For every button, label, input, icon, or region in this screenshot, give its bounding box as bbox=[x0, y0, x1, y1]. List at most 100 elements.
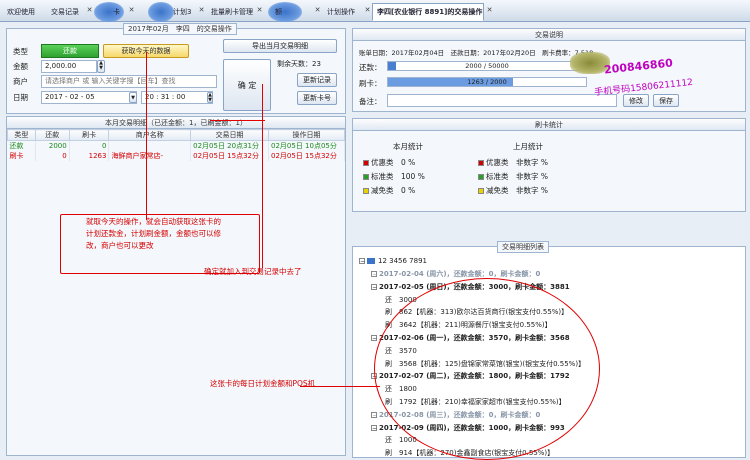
chevron-down-icon[interactable]: ▼ bbox=[129, 92, 137, 103]
cell-op-date: 02月05日 15点32分 bbox=[268, 151, 345, 161]
tab-batch-manage[interactable]: 批量刷卡管理 bbox=[206, 3, 254, 21]
cell-merchant: 海鲜商户家常店- bbox=[108, 151, 192, 161]
save-button[interactable]: 保存 bbox=[653, 94, 679, 107]
repay-progress-text: 2000 / 50000 bbox=[465, 62, 509, 70]
close-icon[interactable]: ✕ bbox=[198, 7, 205, 14]
cell-swipe: 1263 bbox=[69, 151, 110, 161]
tab-active-trade-operation[interactable]: 李四[农业银行 8891]的交易操作 bbox=[372, 3, 484, 21]
cell-repay: 2000 bbox=[35, 140, 70, 151]
cell-swipe: 0 bbox=[69, 140, 110, 151]
tab-plan3[interactable]: 计划3 bbox=[168, 3, 198, 21]
stat-item: 优惠类 非数字 % bbox=[478, 157, 548, 168]
type-toggle[interactable]: 还款 bbox=[41, 44, 99, 58]
info-title: 交易说明 bbox=[353, 29, 745, 41]
plan-title: 交易明细列表 bbox=[497, 241, 549, 253]
remaining-days: 剩余天数：23 bbox=[277, 60, 321, 68]
col-swipe[interactable]: 刷卡 bbox=[68, 129, 110, 141]
time-picker[interactable]: 20 : 31 : 00 bbox=[141, 91, 213, 104]
stat-item: 优惠类 0 % bbox=[363, 157, 415, 168]
tree-node-label: 2017-02-04 (周六)，还款金额：0，刷卡金额：0 bbox=[379, 270, 541, 278]
yellow-square-icon bbox=[478, 188, 484, 194]
tab-welcome[interactable]: 欢迎使用 bbox=[2, 3, 42, 21]
collapse-icon[interactable]: − bbox=[371, 283, 377, 290]
red-square-icon bbox=[478, 160, 484, 166]
stat-item: 减免类 0 % bbox=[363, 185, 415, 196]
col-op-date[interactable]: 操作日期 bbox=[268, 129, 345, 141]
stat-item: 标准类 非数字 % bbox=[478, 171, 548, 182]
info-panel: 交易说明 账单日期：2017年02月04日 还款日期：2017年02月20日 刷… bbox=[352, 28, 746, 112]
cell-type: 还款 bbox=[7, 140, 36, 151]
stat-item: 标准类 100 % bbox=[363, 171, 425, 182]
tab-amount[interactable]: 额 bbox=[270, 3, 292, 21]
close-icon[interactable]: ✕ bbox=[486, 7, 493, 14]
cell-op-date: 02月05日 10点05分 bbox=[268, 140, 345, 151]
note-input[interactable] bbox=[387, 94, 617, 107]
billing-info: 账单日期：2017年02月04日 还款日期：2017年02月20日 刷卡费率：7… bbox=[359, 49, 594, 57]
records-title: 本月交易明细（已还金额：1，已刷金额：1） bbox=[7, 117, 345, 129]
merchant-label: 商户 bbox=[13, 77, 28, 86]
cell-trade-date: 02月05日 15点32分 bbox=[190, 151, 270, 161]
this-month-label: 本月统计 bbox=[393, 142, 423, 151]
type-label: 类型 bbox=[13, 47, 28, 56]
date-label: 日期 bbox=[13, 93, 28, 102]
annotation-line bbox=[210, 120, 265, 121]
tab-bar: 欢迎使用 交易记录 ✕ 卡 ✕ 计划3 ✕ 批量刷卡管理 ✕ 额 ✕ 计划操作 … bbox=[0, 0, 750, 22]
collapse-icon[interactable]: − bbox=[359, 258, 365, 265]
last-month-label: 上月统计 bbox=[513, 142, 543, 151]
collapse-icon[interactable]: − bbox=[371, 271, 377, 278]
records-table: 类型 还款 刷卡 商户名称 交易日期 操作日期 还款 2000 0 02月05日… bbox=[7, 129, 345, 161]
confirm-button[interactable]: 确 定 bbox=[223, 59, 271, 111]
merchant-input[interactable]: 请选择商户 或 输入关键字搜【回车】查找 bbox=[41, 75, 217, 88]
trade-form-panel: 2017年02月 李四 的交易操作 类型 还款 获取今天的数据 金额 2,000… bbox=[6, 23, 346, 114]
close-icon[interactable]: ✕ bbox=[256, 7, 263, 14]
form-date-title: 2017年02月 李四 的交易操作 bbox=[123, 23, 237, 35]
green-square-icon bbox=[478, 174, 484, 180]
update-record-button[interactable]: 更新记录 bbox=[297, 73, 337, 87]
annotation-line bbox=[146, 52, 147, 220]
repay-label: 还款： bbox=[359, 63, 382, 72]
cell-repay: 0 bbox=[35, 151, 70, 161]
collapse-icon[interactable]: − bbox=[371, 424, 377, 431]
swipe-progress-text: 1263 / 2000 bbox=[467, 78, 507, 86]
col-repay[interactable]: 还款 bbox=[34, 129, 70, 141]
close-icon[interactable]: ✕ bbox=[364, 7, 371, 14]
tree-day-node[interactable]: −2017-02-04 (周六)，还款金额：0，刷卡金额：0 bbox=[371, 269, 540, 279]
amount-label: 金额 bbox=[13, 62, 28, 71]
update-card-button[interactable]: 更新卡号 bbox=[297, 91, 337, 105]
tree-root[interactable]: −12 3456 7891 bbox=[359, 257, 427, 265]
stats-title: 刷卡统计 bbox=[353, 119, 745, 131]
date-picker[interactable]: 2017 - 02 - 05 bbox=[41, 91, 137, 104]
table-row[interactable]: 刷卡 0 1263 海鲜商户家常店- 02月05日 15点32分 02月05日 … bbox=[7, 151, 345, 161]
records-panel: 本月交易明细（已还金额：1，已刷金额：1） 类型 还款 刷卡 商户名称 交易日期… bbox=[6, 116, 346, 456]
stat-item: 减免类 非数字 % bbox=[478, 185, 548, 196]
tab-plan-operation[interactable]: 计划操作 bbox=[322, 3, 362, 21]
annotation-text: 就取今天的操作，就会自动获取这张卡的 计划还款金，计划刷金额，金额也可以修 改，… bbox=[86, 217, 221, 250]
yellow-square-icon bbox=[363, 188, 369, 194]
annotation-text: 确定就加入到交易记录中去了 bbox=[204, 267, 302, 276]
close-icon[interactable]: ✕ bbox=[314, 7, 321, 14]
col-type[interactable]: 类型 bbox=[7, 129, 36, 141]
cell-merchant bbox=[108, 140, 192, 151]
annotation-ellipse bbox=[374, 278, 600, 460]
collapse-icon[interactable]: − bbox=[371, 411, 377, 418]
green-square-icon bbox=[363, 174, 369, 180]
time-stepper[interactable]: ▲ ▼ bbox=[207, 92, 213, 103]
repay-progress-bar: 2000 / 50000 bbox=[387, 61, 587, 71]
cell-trade-date: 02月05日 20点31分 bbox=[190, 140, 270, 151]
table-row[interactable]: 还款 2000 0 02月05日 20点31分 02月05日 10点05分 bbox=[7, 140, 345, 151]
close-icon[interactable]: ✕ bbox=[86, 7, 93, 14]
records-table-wrap: 类型 还款 刷卡 商户名称 交易日期 操作日期 还款 2000 0 02月05日… bbox=[7, 129, 345, 161]
swipe-label: 刷卡： bbox=[359, 79, 382, 88]
amount-input[interactable]: 2,000.00 bbox=[41, 60, 97, 73]
export-month-button[interactable]: 导出当月交易明细 bbox=[223, 39, 337, 53]
red-square-icon bbox=[363, 160, 369, 166]
annotation-line bbox=[262, 84, 263, 268]
col-trade-date[interactable]: 交易日期 bbox=[190, 129, 270, 141]
edit-button[interactable]: 修改 bbox=[623, 94, 649, 107]
close-icon[interactable]: ✕ bbox=[128, 7, 135, 14]
col-merchant[interactable]: 商户名称 bbox=[108, 129, 192, 141]
tab-trade-records[interactable]: 交易记录 bbox=[46, 3, 86, 21]
amount-stepper[interactable]: ▲ ▼ bbox=[97, 60, 105, 73]
tab-card[interactable]: 卡 bbox=[108, 3, 128, 21]
collapse-icon[interactable]: − bbox=[371, 335, 377, 342]
